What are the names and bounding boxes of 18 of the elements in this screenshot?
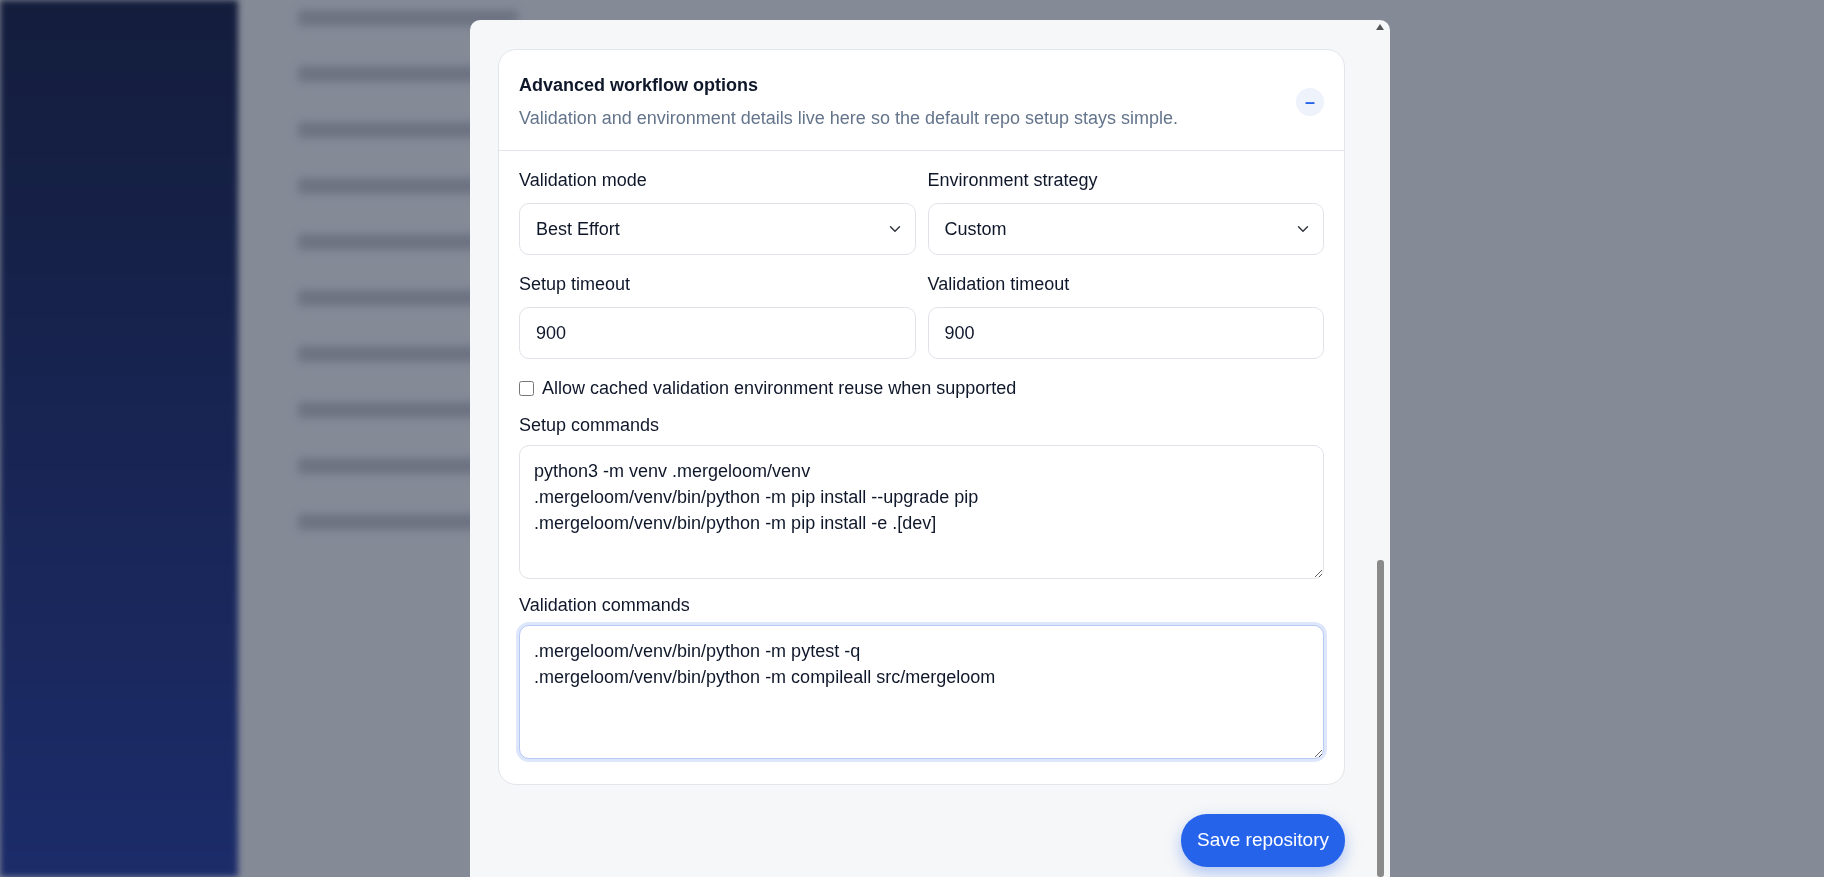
field-label: Validation timeout [927,273,1071,296]
field-label: Validation mode [519,169,648,192]
dropdown[interactable]: Custom [927,203,1324,255]
section-title: Advanced workflow options [519,74,760,97]
section-subtitle: Validation and environment details live here so the default repo setup stays simple. [519,107,1179,130]
dropdown[interactable]: Best Effort [519,203,916,255]
field-label: Validation commands [519,594,691,617]
collapse-button[interactable]: – [1296,88,1324,116]
checkbox[interactable] [519,381,534,396]
text-area[interactable]: python3 -m venv .mergeloom/venv .mergeloom/venv/bin/python -m pip install --upgrade pip .mergeloom/venv/bin/python -m pip install -e .[dev] [519,445,1324,579]
text-area[interactable]: .mergeloom/venv/bin/python -m pytest -q .mergeloom/venv/bin/python -m compileall src/mergeloom [519,625,1324,759]
checkbox-label: Allow cached validation environment reuse when supported [542,377,1017,400]
field-label: Environment strategy [927,169,1099,192]
input-field[interactable]: 900 [927,307,1324,359]
field-label: Setup commands [519,414,661,437]
field-label: Setup timeout [519,273,632,296]
save-repository-button[interactable]: Save repository [1181,814,1345,867]
input-field[interactable]: 900 [519,307,916,359]
